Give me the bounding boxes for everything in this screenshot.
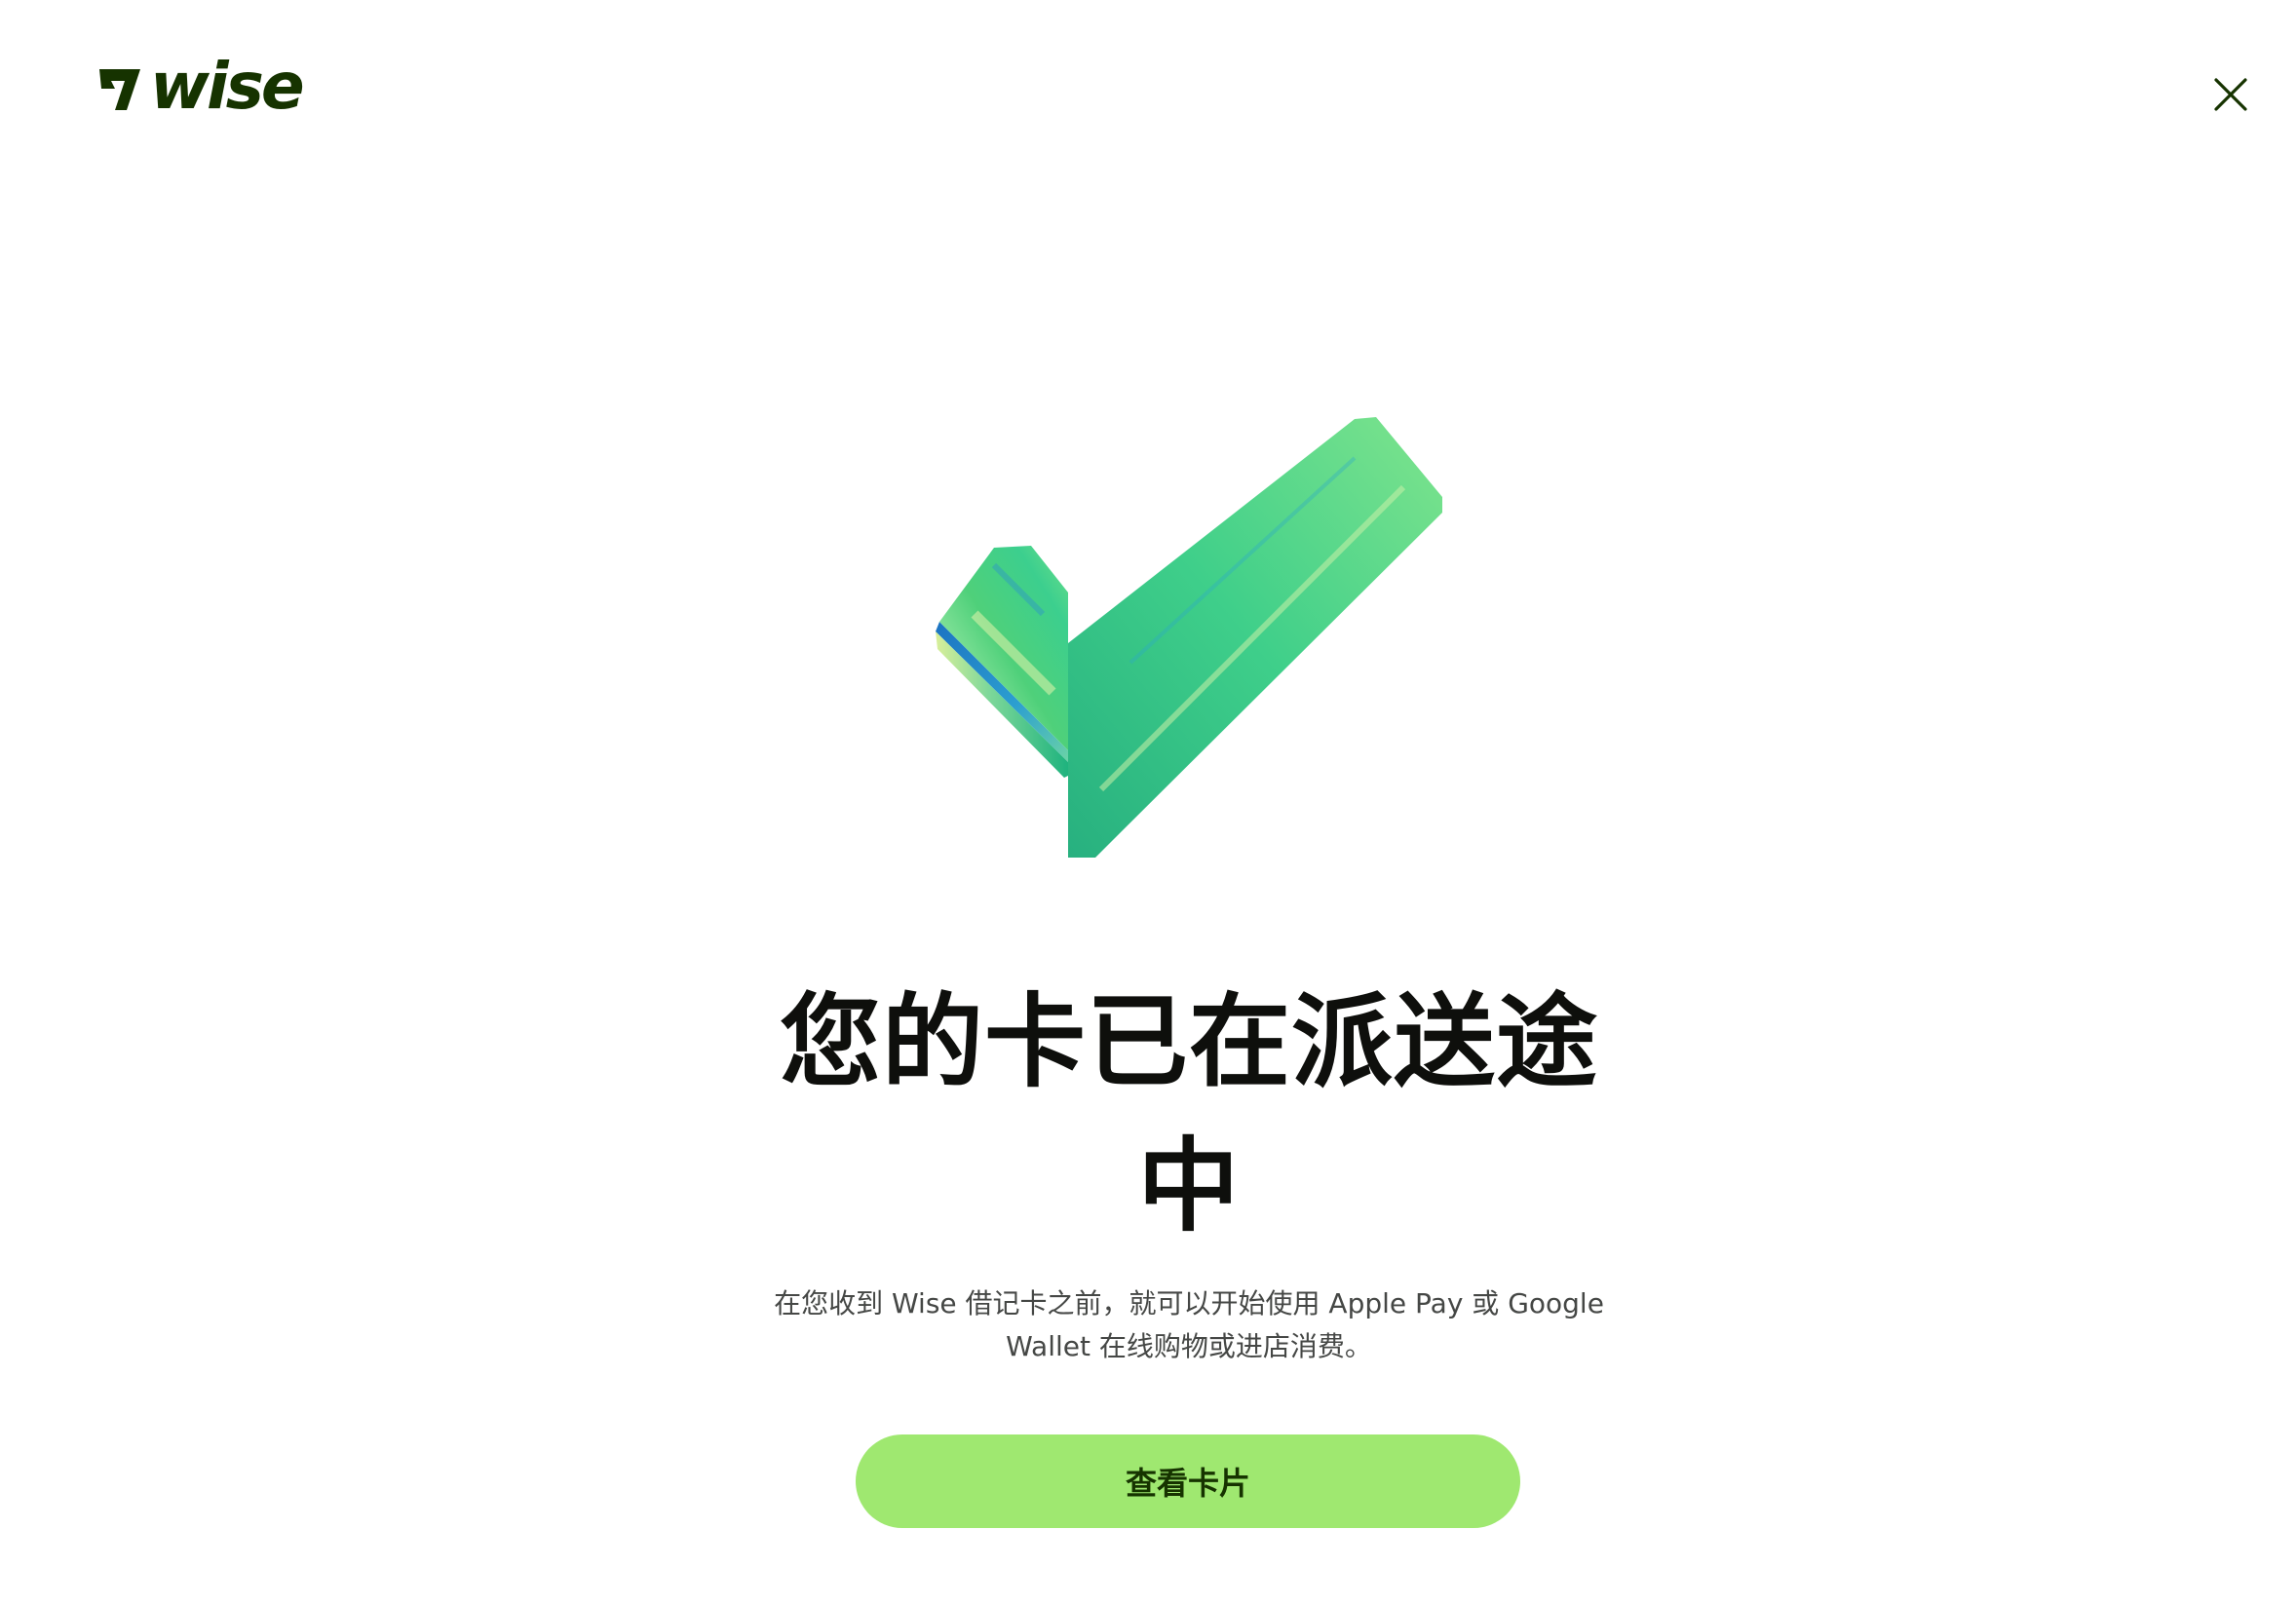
page-title: 您的卡已在派送途中	[779, 982, 1598, 1245]
close-button[interactable]	[2204, 68, 2257, 121]
page-description: 在您收到 Wise 借记卡之前，就可以开始使用 Apple Pay 或 Goog…	[774, 1287, 1604, 1362]
wise-logo-text: wise	[150, 49, 305, 124]
view-card-button[interactable]: 查看卡片	[856, 1434, 1520, 1528]
wise-flag-icon	[99, 69, 140, 110]
wise-logo: wise	[96, 49, 305, 124]
checkmark-illustration	[936, 417, 1442, 858]
close-icon	[2214, 78, 2247, 111]
